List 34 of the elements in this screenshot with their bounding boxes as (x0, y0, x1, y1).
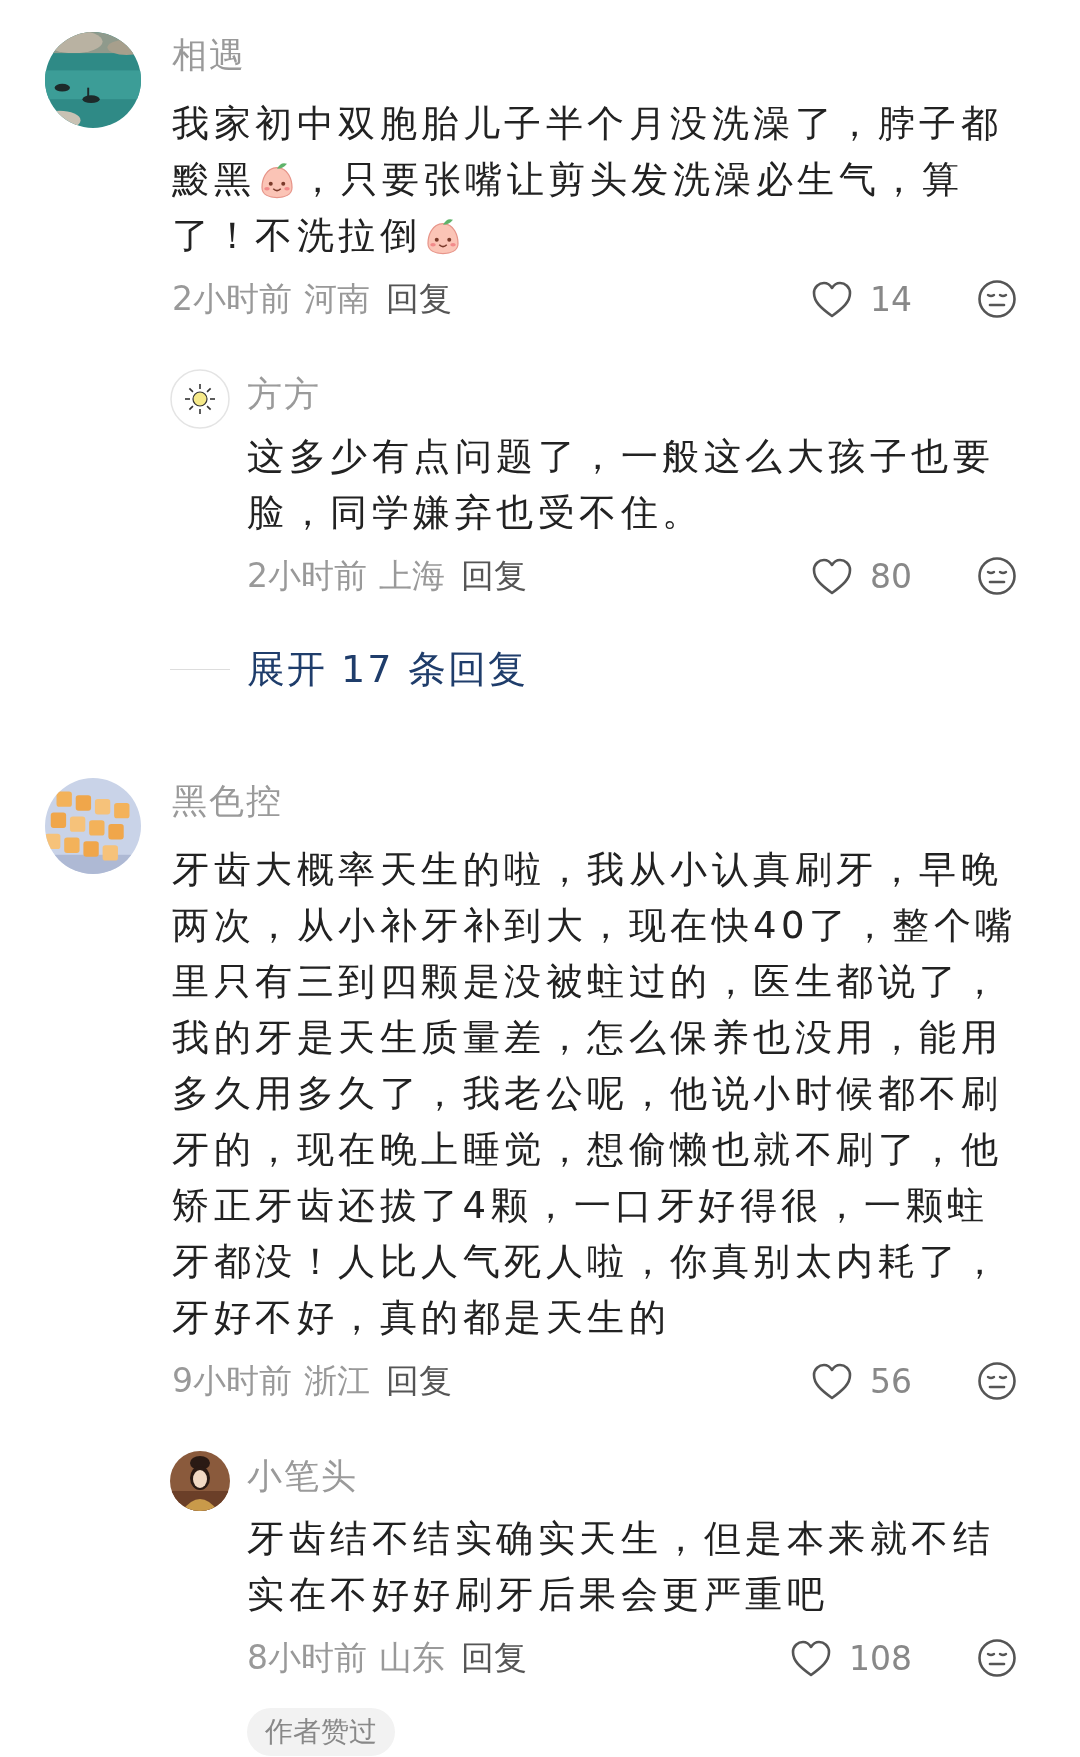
comment-text: ，只要张嘴让剪头发洗澡必生气，算 (299, 158, 963, 201)
comment-location: 浙江 (304, 1359, 370, 1402)
expand-replies-link[interactable]: 展开 17 条回复 (247, 643, 528, 695)
comment-text: 这多少有点问题了，一般这么大孩子也要脸，同学嫌弃也受不住。 (247, 435, 994, 534)
reply-link[interactable]: 回复 (386, 276, 452, 322)
face-icon[interactable] (977, 556, 1017, 596)
like-count: 56 (870, 1361, 912, 1401)
comment-location: 山东 (379, 1636, 445, 1679)
sun-avatar-icon (170, 369, 230, 429)
comment-text: 我家初中双胞胎儿子半个月没洗澡了，脖子都 (172, 102, 1002, 145)
face-icon[interactable] (977, 1361, 1017, 1401)
comment-text: 了！不洗拉倒 (172, 214, 421, 257)
reply-link[interactable]: 回复 (461, 553, 527, 599)
comment-text: 牙齿结不结实确实天生，但是本来就不结实在不好好刷牙后果会更严重吧 (247, 1517, 994, 1616)
comment-location: 上海 (379, 554, 445, 597)
comment-text: 牙齿大概率天生的啦，我从小认真刷牙，早晚两次，从小补牙补到大，现在快40了，整个嘴里只有三到四颗是没被蛀过的，医生都说了，我的牙是天生质量差，怎么保养也没用，能用多久用多久了，我老公呢，他说小时候都不刷牙的，现在晚上睡觉，想偷懒也就不刷了，他矫正牙齿还拔了4颗，一口牙好得很，一颗蛀牙都没！人比人气死人啦，你真别太内耗了，牙好不好，真的都是天生的 (172, 848, 1017, 1339)
author-liked-badge: 作者赞过 (247, 1708, 395, 1756)
like-count: 108 (849, 1638, 912, 1678)
comment-time: 8小时前 (247, 1636, 367, 1679)
comment-time: 2小时前 (172, 277, 292, 320)
face-icon[interactable] (977, 1638, 1017, 1678)
comment-time: 9小时前 (172, 1359, 292, 1402)
reply-link[interactable]: 回复 (461, 1635, 527, 1681)
face-icon[interactable] (977, 279, 1017, 319)
comment-location: 河南 (304, 277, 370, 320)
heart-icon[interactable] (811, 279, 853, 319)
reply-link[interactable]: 回复 (386, 1358, 452, 1404)
heart-icon[interactable] (790, 1638, 832, 1678)
comment-text: 黢黑 (172, 158, 255, 201)
comment-time: 2小时前 (247, 554, 367, 597)
heart-icon[interactable] (811, 556, 853, 596)
like-count: 80 (870, 556, 912, 596)
heart-icon[interactable] (811, 1361, 853, 1401)
like-count: 14 (870, 279, 912, 319)
